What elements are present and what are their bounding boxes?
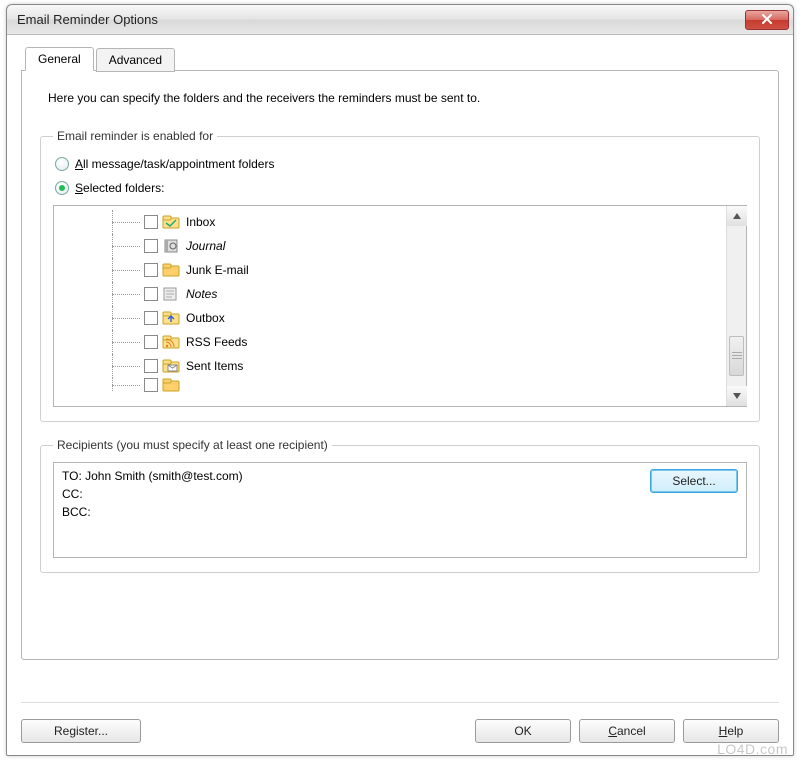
- tree-connector-icon: [62, 306, 144, 330]
- radio-selected-label: Selected folders:: [75, 181, 164, 195]
- scroll-up-button[interactable]: [727, 206, 747, 226]
- tree-item-label: Journal: [186, 239, 225, 253]
- tab-general[interactable]: General: [25, 47, 94, 71]
- tree-checkbox[interactable]: [144, 378, 158, 392]
- recipients-text: TO: John Smith (smith@test.com) CC: BCC:: [54, 463, 642, 525]
- tree-connector-icon: [62, 210, 144, 234]
- tree-item[interactable]: Outbox: [62, 306, 726, 330]
- tree-connector-icon: [62, 354, 144, 378]
- tree-item[interactable]: Sent Items: [62, 354, 726, 378]
- recipients-cc: CC:: [62, 487, 83, 501]
- folder-tree[interactable]: Inbox Journal Junk E-mail Notes Outbox RSS Fe…: [54, 206, 726, 406]
- tab-panel-general: Here you can specify the folders and the…: [21, 70, 779, 660]
- recipients-to: TO: John Smith (smith@test.com): [62, 469, 243, 483]
- tree-item-label: RSS Feeds: [186, 335, 247, 349]
- folder-icon: [162, 378, 180, 392]
- tree-checkbox[interactable]: [144, 359, 158, 373]
- scroll-thumb[interactable]: [729, 336, 744, 376]
- radio-all-folders[interactable]: All message/task/appointment folders: [55, 157, 747, 171]
- separator: [21, 702, 779, 703]
- tab-advanced[interactable]: Advanced: [96, 48, 175, 72]
- tab-strip: General Advanced: [25, 47, 779, 71]
- intro-text: Here you can specify the folders and the…: [48, 91, 756, 105]
- tree-item[interactable]: Inbox: [62, 210, 726, 234]
- tree-item[interactable]: [62, 378, 726, 392]
- folder-tree-container: Inbox Journal Junk E-mail Notes Outbox RSS Fe…: [53, 205, 747, 407]
- group-enabled-for: Email reminder is enabled for All messag…: [40, 129, 760, 422]
- scroll-track[interactable]: [727, 226, 746, 386]
- titlebar: Email Reminder Options: [7, 5, 793, 35]
- tree-connector-icon: [62, 378, 144, 392]
- radio-all-label: All message/task/appointment folders: [75, 157, 274, 171]
- tree-scrollbar[interactable]: [726, 206, 746, 406]
- tree-connector-icon: [62, 234, 144, 258]
- group-recipients: Recipients (you must specify at least on…: [40, 438, 760, 573]
- close-icon: [761, 13, 773, 27]
- folder-icon: [162, 310, 180, 326]
- ok-label: OK: [514, 724, 531, 738]
- tree-item-label: Junk E-mail: [186, 263, 249, 277]
- tab-advanced-label: Advanced: [109, 53, 162, 67]
- register-label: Register...: [54, 724, 108, 738]
- dialog-window: Email Reminder Options General Advanced …: [6, 4, 794, 756]
- group-recipients-legend: Recipients (you must specify at least on…: [53, 438, 332, 452]
- tree-checkbox[interactable]: [144, 311, 158, 325]
- recipients-bcc: BCC:: [62, 505, 91, 519]
- close-button[interactable]: [745, 10, 789, 30]
- client-area: General Advanced Here you can specify th…: [7, 35, 793, 660]
- folder-icon: [162, 262, 180, 278]
- help-label: Help: [719, 724, 744, 738]
- tree-checkbox[interactable]: [144, 239, 158, 253]
- tree-item-label: Outbox: [186, 311, 225, 325]
- cancel-button[interactable]: Cancel: [579, 719, 675, 743]
- folder-icon: [162, 238, 180, 254]
- folder-icon: [162, 358, 180, 374]
- tree-connector-icon: [62, 258, 144, 282]
- recipients-box: TO: John Smith (smith@test.com) CC: BCC:…: [53, 462, 747, 558]
- dialog-button-row: Register... OK Cancel Help: [21, 719, 779, 743]
- cancel-label: Cancel: [608, 724, 645, 738]
- scroll-down-button[interactable]: [727, 386, 747, 406]
- radio-icon: [55, 181, 69, 195]
- tree-item-label: Notes: [186, 287, 217, 301]
- tree-item-label: Inbox: [186, 215, 215, 229]
- folder-icon: [162, 214, 180, 230]
- tree-item[interactable]: RSS Feeds: [62, 330, 726, 354]
- tab-general-label: General: [38, 52, 81, 66]
- tree-connector-icon: [62, 282, 144, 306]
- window-title: Email Reminder Options: [17, 12, 745, 27]
- select-recipients-button[interactable]: Select...: [650, 469, 738, 493]
- tree-item[interactable]: Junk E-mail: [62, 258, 726, 282]
- tree-item[interactable]: Notes: [62, 282, 726, 306]
- tree-connector-icon: [62, 330, 144, 354]
- tree-checkbox[interactable]: [144, 287, 158, 301]
- tree-item-label: Sent Items: [186, 359, 243, 373]
- tree-checkbox[interactable]: [144, 263, 158, 277]
- register-button[interactable]: Register...: [21, 719, 141, 743]
- ok-button[interactable]: OK: [475, 719, 571, 743]
- radio-icon: [55, 157, 69, 171]
- help-button[interactable]: Help: [683, 719, 779, 743]
- tree-item[interactable]: Journal: [62, 234, 726, 258]
- group-enabled-for-legend: Email reminder is enabled for: [53, 129, 217, 143]
- tree-checkbox[interactable]: [144, 215, 158, 229]
- folder-icon: [162, 334, 180, 350]
- radio-selected-folders[interactable]: Selected folders:: [55, 181, 747, 195]
- tree-checkbox[interactable]: [144, 335, 158, 349]
- select-button-label: Select...: [672, 474, 715, 488]
- folder-icon: [162, 286, 180, 302]
